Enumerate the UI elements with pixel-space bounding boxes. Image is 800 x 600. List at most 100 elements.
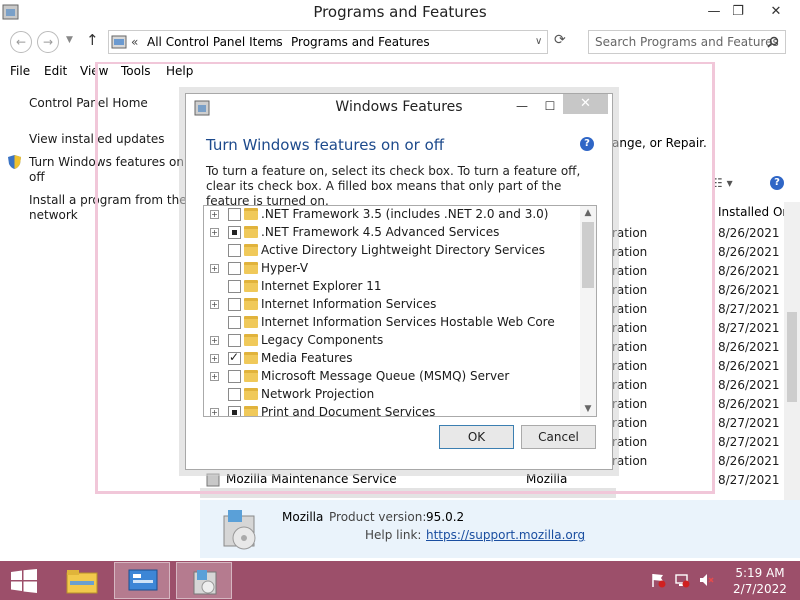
feature-row[interactable]: + Media Features xyxy=(204,350,580,368)
feature-checkbox[interactable] xyxy=(228,262,241,275)
maximize-button[interactable]: ❐ xyxy=(724,2,752,22)
feature-row[interactable]: + Print and Document Services xyxy=(204,404,580,417)
volume-muted-icon[interactable] xyxy=(698,572,714,588)
feature-tree-scroll-thumb[interactable] xyxy=(582,222,594,288)
menu-file[interactable]: File xyxy=(10,64,30,78)
menu-edit[interactable]: Edit xyxy=(44,64,67,78)
program-list-scrollbar[interactable] xyxy=(784,202,800,500)
feature-row[interactable]: + .NET Framework 4.5 Advanced Services xyxy=(204,224,580,242)
feature-row[interactable]: + Legacy Components xyxy=(204,332,580,350)
expand-icon[interactable]: + xyxy=(210,372,219,381)
publisher-column-fragments: ration ration ration ration ration ratio… xyxy=(612,224,672,471)
expand-icon[interactable]: + xyxy=(210,210,219,219)
search-input[interactable]: Search Programs and Features xyxy=(588,30,786,54)
feature-checkbox[interactable] xyxy=(228,208,241,221)
scroll-up-icon[interactable]: ▲ xyxy=(580,206,596,220)
up-button[interactable]: ↑ xyxy=(86,31,99,49)
taskbar-windows-features[interactable] xyxy=(176,562,232,599)
feature-checkbox[interactable] xyxy=(228,226,241,239)
dialog-maximize-button[interactable]: ☐ xyxy=(538,96,562,116)
table-row[interactable]: 8/26/2021 xyxy=(718,224,782,243)
table-row[interactable]: 8/26/2021 xyxy=(718,452,782,471)
feature-row[interactable]: + Microsoft Message Queue (MSMQ) Server xyxy=(204,368,580,386)
feature-row[interactable]: Network Projection xyxy=(204,386,580,404)
table-row[interactable]: Mozilla Maintenance Service Mozilla xyxy=(206,471,780,489)
address-dropdown-icon[interactable]: ∨ xyxy=(535,36,542,47)
dialog-help-icon[interactable]: ? xyxy=(580,137,594,151)
table-row[interactable]: 8/26/2021 xyxy=(718,243,782,262)
menu-view[interactable]: View xyxy=(80,64,108,78)
feature-checkbox[interactable] xyxy=(228,316,241,329)
dialog-close-button[interactable]: ✕ xyxy=(563,94,608,114)
feature-row[interactable]: Internet Information Services Hostable W… xyxy=(204,314,580,332)
cancel-button[interactable]: Cancel xyxy=(521,425,596,449)
table-row[interactable]: 8/26/2021 xyxy=(718,262,782,281)
feature-checkbox[interactable] xyxy=(228,370,241,383)
help-link[interactable]: https://support.mozilla.org xyxy=(426,528,585,542)
menu-help[interactable]: Help xyxy=(166,64,193,78)
expand-icon[interactable]: + xyxy=(210,228,219,237)
address-box[interactable]: « All Control Panel Items › Programs and… xyxy=(108,30,548,54)
table-row[interactable]: 8/26/2021 xyxy=(718,395,782,414)
feature-checkbox[interactable] xyxy=(228,388,241,401)
view-installed-updates-link[interactable]: View installed updates xyxy=(29,132,165,147)
feature-checkbox[interactable] xyxy=(228,244,241,257)
taskbar-control-panel[interactable] xyxy=(114,562,170,599)
feature-name: Internet Information Services xyxy=(261,297,437,311)
feature-checkbox[interactable] xyxy=(228,334,241,347)
feature-checkbox[interactable] xyxy=(228,350,241,365)
table-row[interactable]: 8/26/2021 xyxy=(718,338,782,357)
feature-checkbox[interactable] xyxy=(228,280,241,293)
expand-icon[interactable]: + xyxy=(210,336,219,345)
expand-icon[interactable]: + xyxy=(210,408,219,416)
table-row[interactable]: 8/26/2021 xyxy=(718,357,782,376)
menu-tools[interactable]: Tools xyxy=(121,64,151,78)
back-button[interactable]: ← xyxy=(10,31,32,53)
system-clock[interactable]: 5:19 AM 2/7/2022 xyxy=(728,565,792,597)
feature-row[interactable]: Internet Explorer 11 xyxy=(204,278,580,296)
feature-row[interactable]: Active Directory Lightweight Directory S… xyxy=(204,242,580,260)
forward-button[interactable]: → xyxy=(37,31,59,53)
turn-features-link-line2[interactable]: off xyxy=(29,170,45,185)
install-from-network-link-line1[interactable]: Install a program from the xyxy=(29,193,187,208)
search-icon[interactable] xyxy=(767,36,779,48)
table-row[interactable]: 8/26/2021 xyxy=(718,376,782,395)
feature-tree[interactable]: + .NET Framework 3.5 (includes .NET 2.0 a… xyxy=(203,205,597,417)
action-center-flag-icon[interactable] xyxy=(650,572,666,588)
control-panel-home-link[interactable]: Control Panel Home xyxy=(29,96,148,111)
start-button-windows-icon[interactable] xyxy=(11,569,37,593)
feature-checkbox[interactable] xyxy=(228,406,241,416)
table-row[interactable]: 8/27/2021 xyxy=(718,319,782,338)
table-row[interactable]: 8/27/2021 xyxy=(718,300,782,319)
taskbar-file-explorer[interactable] xyxy=(56,562,108,599)
help-icon[interactable]: ? xyxy=(770,176,784,190)
refresh-icon[interactable]: ⟳ xyxy=(554,32,566,48)
table-row[interactable]: 8/27/2021 xyxy=(718,414,782,433)
scroll-down-icon[interactable]: ▼ xyxy=(580,402,596,416)
network-icon[interactable] xyxy=(674,572,690,588)
table-row[interactable]: 8/27/2021 xyxy=(718,433,782,452)
breadcrumb-all-control-panel-items[interactable]: All Control Panel Items xyxy=(147,35,283,49)
breadcrumb-overflow[interactable]: « xyxy=(131,35,138,49)
expand-icon[interactable]: + xyxy=(210,354,219,363)
table-row[interactable]: 8/26/2021 xyxy=(718,281,782,300)
feature-row[interactable]: + Internet Information Services xyxy=(204,296,580,314)
feature-tree-scrollbar[interactable]: ▲ ▼ xyxy=(580,206,596,416)
dialog-minimize-button[interactable]: — xyxy=(510,96,534,116)
turn-features-link-line1[interactable]: Turn Windows features on or xyxy=(29,155,200,170)
installed-on-column-header[interactable]: Installed On xyxy=(718,205,790,219)
horizontal-scrollbar[interactable] xyxy=(200,488,616,498)
recent-pages-dropdown-icon[interactable]: ▼ xyxy=(66,35,73,45)
ok-button[interactable]: OK xyxy=(439,425,514,449)
breadcrumb-programs-and-features[interactable]: Programs and Features xyxy=(291,35,430,49)
scrollbar-thumb[interactable] xyxy=(787,312,797,402)
feature-row[interactable]: + Hyper-V xyxy=(204,260,580,278)
feature-name: Print and Document Services xyxy=(261,405,436,417)
close-button[interactable]: ✕ xyxy=(762,2,790,22)
feature-checkbox[interactable] xyxy=(228,298,241,311)
feature-row[interactable]: + .NET Framework 3.5 (includes .NET 2.0 a… xyxy=(204,206,580,224)
expand-icon[interactable]: + xyxy=(210,300,219,309)
install-from-network-link-line2[interactable]: network xyxy=(29,208,78,223)
view-options-icon[interactable]: ☷ ▾ xyxy=(712,176,733,190)
expand-icon[interactable]: + xyxy=(210,264,219,273)
